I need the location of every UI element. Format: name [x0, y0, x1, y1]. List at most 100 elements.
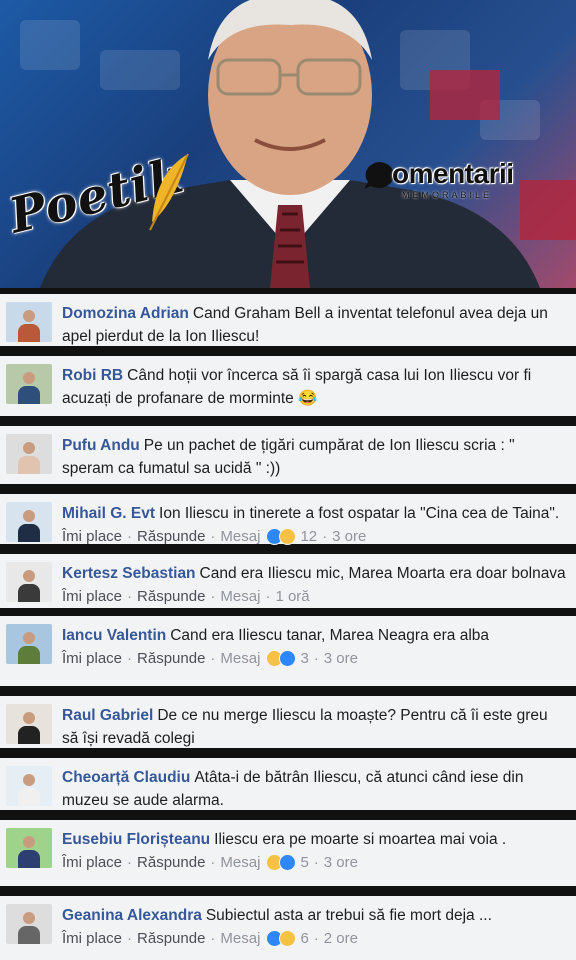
comment-actions: Îmi place · Răspunde · Mesaj 3 · 3 ore	[62, 650, 568, 667]
comment-author-link[interactable]: Pufu Andu	[62, 437, 140, 454]
comment-text: Robi RB Când hoții vor încerca să îi spar…	[62, 364, 568, 410]
like-link[interactable]: Îmi place	[62, 528, 122, 545]
comment-text: Raul Gabriel De ce nu merge Iliescu la mo…	[62, 704, 568, 750]
message-link[interactable]: Mesaj	[220, 588, 260, 605]
reaction-count: 12	[300, 528, 318, 545]
comment-body: Când hoții vor încerca să îi spargă casa…	[62, 367, 532, 407]
header-image: Poetik omentarii MEMORABILE	[0, 0, 576, 288]
comment-body: Subiectul asta ar trebui să fie mort dej…	[205, 907, 492, 924]
like-reaction-icon	[279, 854, 297, 871]
timestamp: 1 oră	[275, 588, 310, 605]
avatar[interactable]	[6, 434, 52, 474]
comment-item: Eusebiu Florișteanu Iliescu era pe moarte…	[0, 820, 576, 886]
avatar[interactable]	[6, 562, 52, 602]
comment-author-link[interactable]: Cheoarță Claudiu	[62, 769, 190, 786]
comment-text: Cheoarță Claudiu Atâta-i de bătrân Iliesc…	[62, 766, 568, 812]
timestamp: 3 ore	[323, 650, 358, 667]
like-link[interactable]: Îmi place	[62, 930, 122, 947]
avatar[interactable]	[6, 766, 52, 806]
comment-actions: Îmi place · Răspunde · Mesaj 6 · 2 ore	[62, 930, 568, 947]
comment-author-link[interactable]: Geanina Alexandra	[62, 907, 202, 924]
timestamp: 3 ore	[332, 528, 367, 545]
separator: ·	[265, 588, 271, 605]
comment-text: Mihail G. Evt Ion Iliescu in tinerete a f…	[62, 502, 568, 525]
comment-text: Domozina Adrian Cand Graham Bell a invent…	[62, 302, 568, 348]
comment-text: Kertesz Sebastian Cand era Iliescu mic, M…	[62, 562, 568, 585]
separator: ·	[127, 930, 133, 947]
separator: ·	[127, 650, 133, 667]
comment-text: Geanina Alexandra Subiectul asta ar trebu…	[62, 904, 568, 927]
comment-body: Cand era Iliescu tanar, Marea Neagra era…	[170, 627, 490, 644]
comment-item: Robi RB Când hoții vor încerca să îi spar…	[0, 356, 576, 416]
reaction-count: 6	[300, 930, 309, 947]
comentarii-memorabile-logo: omentarii MEMORABILE	[362, 156, 536, 208]
comment-body: Iliescu era pe moarte si moartea mai voi…	[214, 831, 507, 848]
comment-author-link[interactable]: Robi RB	[62, 367, 123, 384]
comment-body: Ion Iliescu in tinerete a fost ospatar l…	[159, 505, 560, 522]
avatar[interactable]	[6, 704, 52, 744]
reactions-summary[interactable]: 3	[266, 650, 309, 667]
separator: ·	[210, 588, 216, 605]
haha-reaction-icon	[279, 930, 297, 947]
message-link[interactable]: Mesaj	[220, 528, 260, 545]
comment-author-link[interactable]: Mihail G. Evt	[62, 505, 155, 522]
separator: ·	[127, 588, 133, 605]
avatar[interactable]	[6, 502, 52, 542]
avatar[interactable]	[6, 828, 52, 868]
separator: ·	[210, 930, 216, 947]
reply-link[interactable]: Răspunde	[137, 854, 205, 871]
separator: ·	[313, 930, 319, 947]
message-link[interactable]: Mesaj	[220, 930, 260, 947]
comment-text: Eusebiu Florișteanu Iliescu era pe moarte…	[62, 828, 568, 851]
comment-item: Kertesz Sebastian Cand era Iliescu mic, M…	[0, 554, 576, 608]
like-link[interactable]: Îmi place	[62, 650, 122, 667]
reply-link[interactable]: Răspunde	[137, 588, 205, 605]
separator: ·	[210, 854, 216, 871]
avatar[interactable]	[6, 624, 52, 664]
comment-item: Raul Gabriel De ce nu merge Iliescu la mo…	[0, 696, 576, 748]
comment-actions: Îmi place · Răspunde · Mesaj 5 · 3 ore	[62, 854, 568, 871]
feather-icon	[149, 153, 189, 231]
separator: ·	[210, 650, 216, 667]
separator: ·	[210, 528, 216, 545]
avatar[interactable]	[6, 364, 52, 404]
comment-item: Cheoarță Claudiu Atâta-i de bătrân Iliesc…	[0, 758, 576, 810]
message-link[interactable]: Mesaj	[220, 650, 260, 667]
comment-text: Pufu Andu Pe un pachet de țigări cumpărat…	[62, 434, 568, 480]
separator: ·	[127, 528, 133, 545]
separator: ·	[127, 854, 133, 871]
comment-actions: Îmi place · Răspunde · Mesaj · 1 oră	[62, 588, 568, 605]
message-link[interactable]: Mesaj	[220, 854, 260, 871]
like-reaction-icon	[279, 650, 297, 667]
comment-text: Iancu Valentin Cand era Iliescu tanar, Ma…	[62, 624, 568, 647]
comment-author-link[interactable]: Kertesz Sebastian	[62, 565, 196, 582]
reply-link[interactable]: Răspunde	[137, 528, 205, 545]
comment-author-link[interactable]: Eusebiu Florișteanu	[62, 831, 210, 848]
haha-reaction-icon	[279, 528, 297, 545]
speech-bubble-icon	[364, 162, 394, 189]
reply-link[interactable]: Răspunde	[137, 650, 205, 667]
comment-author-link[interactable]: Domozina Adrian	[62, 305, 189, 322]
reactions-summary[interactable]: 5	[266, 854, 309, 871]
separator: ·	[322, 528, 328, 545]
timestamp: 3 ore	[323, 854, 358, 871]
separator: ·	[313, 650, 319, 667]
comment-author-link[interactable]: Iancu Valentin	[62, 627, 166, 644]
separator: ·	[313, 854, 319, 871]
comment-item: Domozina Adrian Cand Graham Bell a invent…	[0, 294, 576, 346]
like-link[interactable]: Îmi place	[62, 588, 122, 605]
comment-body: Cand era Iliescu mic, Marea Moarta era d…	[199, 565, 566, 582]
reply-link[interactable]: Răspunde	[137, 930, 205, 947]
avatar[interactable]	[6, 302, 52, 342]
like-link[interactable]: Îmi place	[62, 854, 122, 871]
comment-item: Mihail G. Evt Ion Iliescu in tinerete a f…	[0, 494, 576, 545]
timestamp: 2 ore	[323, 930, 358, 947]
comment-author-link[interactable]: Raul Gabriel	[62, 707, 153, 724]
reaction-count: 3	[300, 650, 309, 667]
reactions-summary[interactable]: 6	[266, 930, 309, 947]
portrait-photo	[40, 0, 540, 288]
avatar[interactable]	[6, 904, 52, 944]
comment-item: Iancu Valentin Cand era Iliescu tanar, Ma…	[0, 616, 576, 686]
comment-actions: Îmi place · Răspunde · Mesaj 12 · 3 ore	[62, 528, 568, 545]
reactions-summary[interactable]: 12	[266, 528, 317, 545]
